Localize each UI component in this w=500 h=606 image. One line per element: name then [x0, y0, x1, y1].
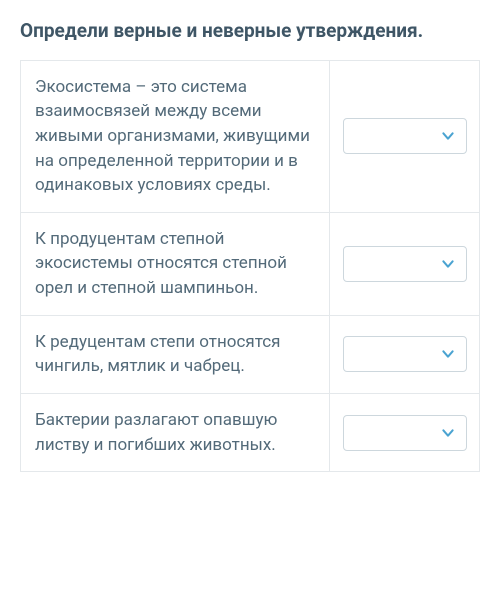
- chevron-down-icon: [440, 425, 456, 441]
- page-title: Определи верные и неверные утверждения.: [20, 18, 480, 44]
- answer-select[interactable]: [343, 415, 467, 451]
- answer-cell: [330, 315, 480, 393]
- chevron-down-icon: [440, 346, 456, 362]
- statement-cell: Экосистема – это система взаимосвязей ме…: [21, 60, 330, 212]
- answer-select[interactable]: [343, 118, 467, 154]
- answer-cell: [330, 60, 480, 212]
- chevron-down-icon: [440, 256, 456, 272]
- statement-cell: Бактерии разлагают опавшую листву и поги…: [21, 394, 330, 472]
- statements-table: Экосистема – это система взаимосвязей ме…: [20, 60, 480, 473]
- statement-cell: К редуцентам степи относятся чингиль, мя…: [21, 315, 330, 393]
- answer-select[interactable]: [343, 336, 467, 372]
- table-row: К продуцентам степной экосистемы относят…: [21, 212, 480, 315]
- table-row: К редуцентам степи относятся чингиль, мя…: [21, 315, 480, 393]
- chevron-down-icon: [440, 128, 456, 144]
- answer-cell: [330, 394, 480, 472]
- table-row: Экосистема – это система взаимосвязей ме…: [21, 60, 480, 212]
- statement-cell: К продуцентам степной экосистемы относят…: [21, 212, 330, 315]
- table-row: Бактерии разлагают опавшую листву и поги…: [21, 394, 480, 472]
- answer-select[interactable]: [343, 246, 467, 282]
- answer-cell: [330, 212, 480, 315]
